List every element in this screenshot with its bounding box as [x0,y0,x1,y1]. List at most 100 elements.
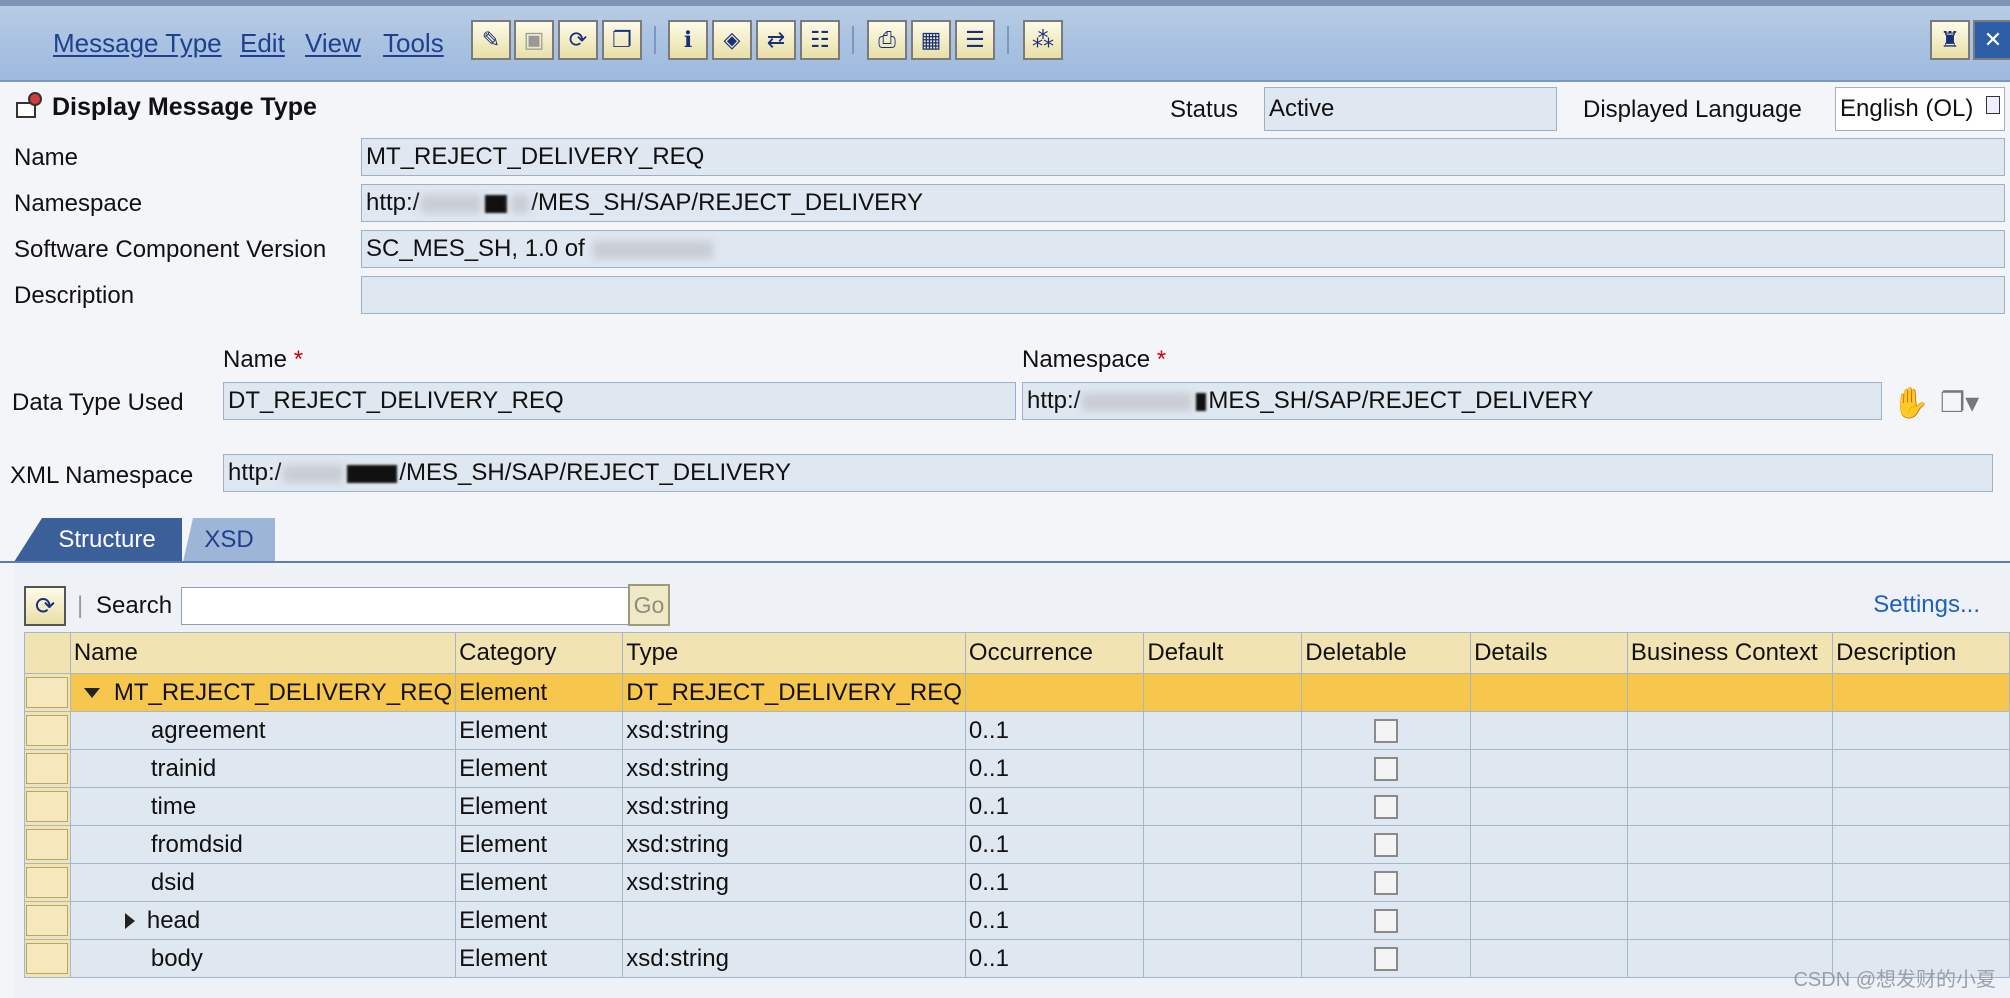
table-view-icon[interactable]: ▦ [911,20,951,60]
tab-xsd[interactable]: XSD [183,518,275,562]
search-input[interactable] [181,587,629,625]
table-row[interactable]: fromdsid Element xsd:string 0..1 [24,825,2010,864]
search-label: Search [96,592,173,619]
page-header: Display Message Type [14,92,317,122]
edit-pencil-icon[interactable]: ✎ [471,20,511,60]
column-header-description[interactable]: Description [1832,632,2010,674]
deletable-checkbox[interactable] [1374,870,1399,895]
column-header-business-context[interactable]: Business Context [1626,632,1834,674]
column-header-deletable[interactable]: Deletable [1301,632,1472,674]
collapse-arrow-icon[interactable] [83,688,100,699]
cell-type: xsd:string [622,825,966,864]
select-all-header[interactable] [24,632,71,674]
hand-pointer-icon[interactable]: ✋ [1892,386,1929,421]
table-row[interactable]: agreement Element xsd:string 0..1 [24,711,2010,750]
cell-details [1470,787,1628,826]
row-selector[interactable] [24,787,71,826]
save-disk-icon[interactable]: ▣ [514,20,554,60]
datatype-namespace-label: Namespace * [1022,346,1167,373]
table-row[interactable]: head Element 0..1 [24,901,2010,940]
menu-message-type[interactable]: Message Type [53,28,222,59]
datatype-name-label: Name * [223,346,304,373]
cell-deletable [1301,939,1472,978]
cell-type: DT_REJECT_DELIVERY_REQ [622,673,966,712]
description-field[interactable] [361,276,2005,314]
table-row[interactable]: trainid Element xsd:string 0..1 [24,749,2010,788]
cell-details [1470,673,1628,712]
menu-view[interactable]: View [305,28,361,59]
table-row[interactable]: time Element xsd:string 0..1 [24,787,2010,826]
datatype-namespace-field[interactable]: http:/ MES_SH/SAP/REJECT_DELIVERY [1022,382,1882,420]
scv-value: SC_MES_SH, 1.0 of [366,235,592,262]
watermark: CSDN @想发财的小夏 [1793,969,1996,991]
column-header-details[interactable]: Details [1470,632,1628,674]
deletable-checkbox[interactable] [1374,908,1399,933]
go-button[interactable]: Go [628,584,670,626]
cell-name: head [69,901,457,940]
xml-namespace-prefix: http:/ [228,459,282,486]
row-selector[interactable] [24,901,71,940]
redacted [485,194,508,213]
deletable-checkbox[interactable] [1374,756,1399,781]
table-row[interactable]: dsid Element xsd:string 0..1 [24,863,2010,902]
cell-name: MT_REJECT_DELIVERY_REQ [69,673,457,712]
row-selector[interactable] [24,749,71,788]
data-type-used-label: Data Type Used [12,389,184,416]
cell-type: xsd:string [622,749,966,788]
menu-tools[interactable]: Tools [383,28,444,59]
row-selector[interactable] [24,825,71,864]
cell-details [1470,901,1628,940]
row-selector[interactable] [24,673,71,712]
menu-edit[interactable]: Edit [240,28,285,59]
deletable-checkbox[interactable] [1374,718,1399,743]
column-header-default[interactable]: Default [1143,632,1303,674]
column-header-occurrence[interactable]: Occurrence [964,632,1145,674]
dropdown-icon[interactable] [1986,96,2000,114]
language-label: Displayed Language [1583,96,1802,123]
expand-arrow-icon[interactable] [124,913,135,930]
toolbar-separator: | [77,592,84,619]
settings-link[interactable]: Settings... [1873,591,1980,619]
xml-namespace-suffix: /MES_SH/SAP/REJECT_DELIVERY [399,459,792,486]
table-row-root[interactable]: MT_REJECT_DELIVERY_REQ Element DT_REJECT… [24,673,2010,712]
cell-default [1143,825,1303,864]
menu-toolbar-bar: Message Type Edit View Tools ✎ ▣ ⟳ ❐ ℹ ◈… [0,0,2010,82]
cell-name: dsid [69,863,457,902]
copy-icon[interactable]: ❐ [602,20,642,60]
name-label: Name [14,144,79,171]
deletable-checkbox[interactable] [1374,946,1399,971]
column-header-name[interactable]: Name [69,632,457,674]
close-icon[interactable]: ✕ [1973,20,2010,60]
refresh-icon[interactable]: ⟳ [558,20,598,60]
column-header-type[interactable]: Type [622,632,966,674]
redacted [593,240,714,259]
cell-details [1470,825,1628,864]
cell-business-context [1626,787,1834,826]
datatype-name-field[interactable]: DT_REJECT_DELIVERY_REQ [223,382,1016,420]
row-selector[interactable] [24,863,71,902]
table-row[interactable]: body Element xsd:string 0..1 [24,939,2010,978]
cell-type: xsd:string [622,711,966,750]
compare-icon[interactable]: ☷ [800,20,840,60]
hierarchy-icon[interactable]: ⁂ [1023,20,1063,60]
cell-default [1143,749,1303,788]
cell-description [1832,901,2010,940]
deletable-checkbox[interactable] [1374,794,1399,819]
redacted [283,464,344,483]
help-icon[interactable]: ♜ [1930,20,1970,60]
info-icon[interactable]: ℹ [668,20,708,60]
language-select[interactable]: English (OL) [1835,87,2005,131]
deletable-checkbox[interactable] [1374,832,1399,857]
check-icon[interactable]: ◈ [712,20,752,60]
document-icon[interactable]: ☰ [955,20,995,60]
xml-namespace-field: http:/ /MES_SH/SAP/REJECT_DELIVERY [223,454,1993,492]
table-refresh-icon[interactable]: ⟳ [24,586,66,626]
row-selector[interactable] [24,711,71,750]
row-selector[interactable] [24,939,71,978]
tab-structure[interactable]: Structure [14,518,182,562]
column-header-category[interactable]: Category [455,632,624,674]
print-icon[interactable]: ⎙ [867,20,907,60]
copy-dropdown-icon[interactable]: ❐▾ [1940,386,1979,419]
where-used-icon[interactable]: ⇄ [756,20,796,60]
cell-description [1832,863,2010,902]
